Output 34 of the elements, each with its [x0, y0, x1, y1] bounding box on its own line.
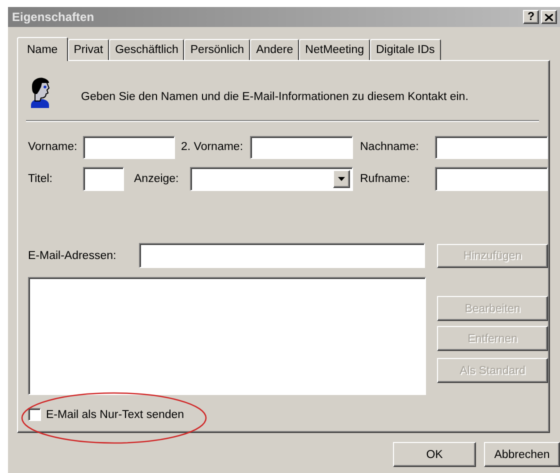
field-label: Titel:: [28, 173, 54, 185]
field-label: E-Mail-Adressen:: [28, 250, 118, 262]
tab[interactable]: Andere: [250, 39, 300, 60]
window-title: Eigenschaften: [12, 10, 96, 24]
combo-box[interactable]: [190, 167, 353, 191]
help-button[interactable]: ?: [523, 10, 539, 24]
checkbox[interactable]: [28, 408, 41, 421]
dropdown-button[interactable]: [333, 170, 350, 188]
close-icon: [545, 14, 553, 20]
tab[interactable]: Name: [17, 37, 68, 61]
person-icon: [28, 76, 52, 108]
email-field[interactable]: [139, 243, 425, 268]
tab[interactable]: Geschäftlich: [109, 39, 184, 60]
intro-text: Geben Sie den Namen und die E-Mail-Informationen zu diesem Kontakt ein.: [81, 90, 468, 102]
dialog-button[interactable]: OK: [393, 442, 476, 467]
email-list[interactable]: [28, 277, 426, 395]
text-field[interactable]: [435, 167, 548, 191]
checkbox-label: E-Mail als Nur-Text senden: [46, 408, 184, 420]
text-field[interactable]: [250, 136, 353, 158]
tab[interactable]: Persönlich: [184, 39, 250, 60]
field-label: Anzeige:: [134, 173, 180, 185]
tab[interactable]: NetMeeting: [299, 39, 370, 60]
field-label: 2. Vorname:: [181, 141, 244, 153]
field-label: Vorname:: [28, 141, 78, 153]
text-field[interactable]: [83, 167, 124, 191]
text-field[interactable]: [83, 136, 175, 158]
field-label: Nachname:: [360, 141, 420, 153]
tab[interactable]: Privat: [68, 39, 110, 60]
close-button[interactable]: [541, 10, 557, 24]
text-field[interactable]: [435, 136, 548, 158]
dialog-button[interactable]: Abbrechen: [484, 442, 560, 467]
caret-icon: [338, 177, 345, 181]
tab[interactable]: Digitale IDs: [370, 39, 441, 60]
field-label: Rufname:: [360, 173, 411, 185]
